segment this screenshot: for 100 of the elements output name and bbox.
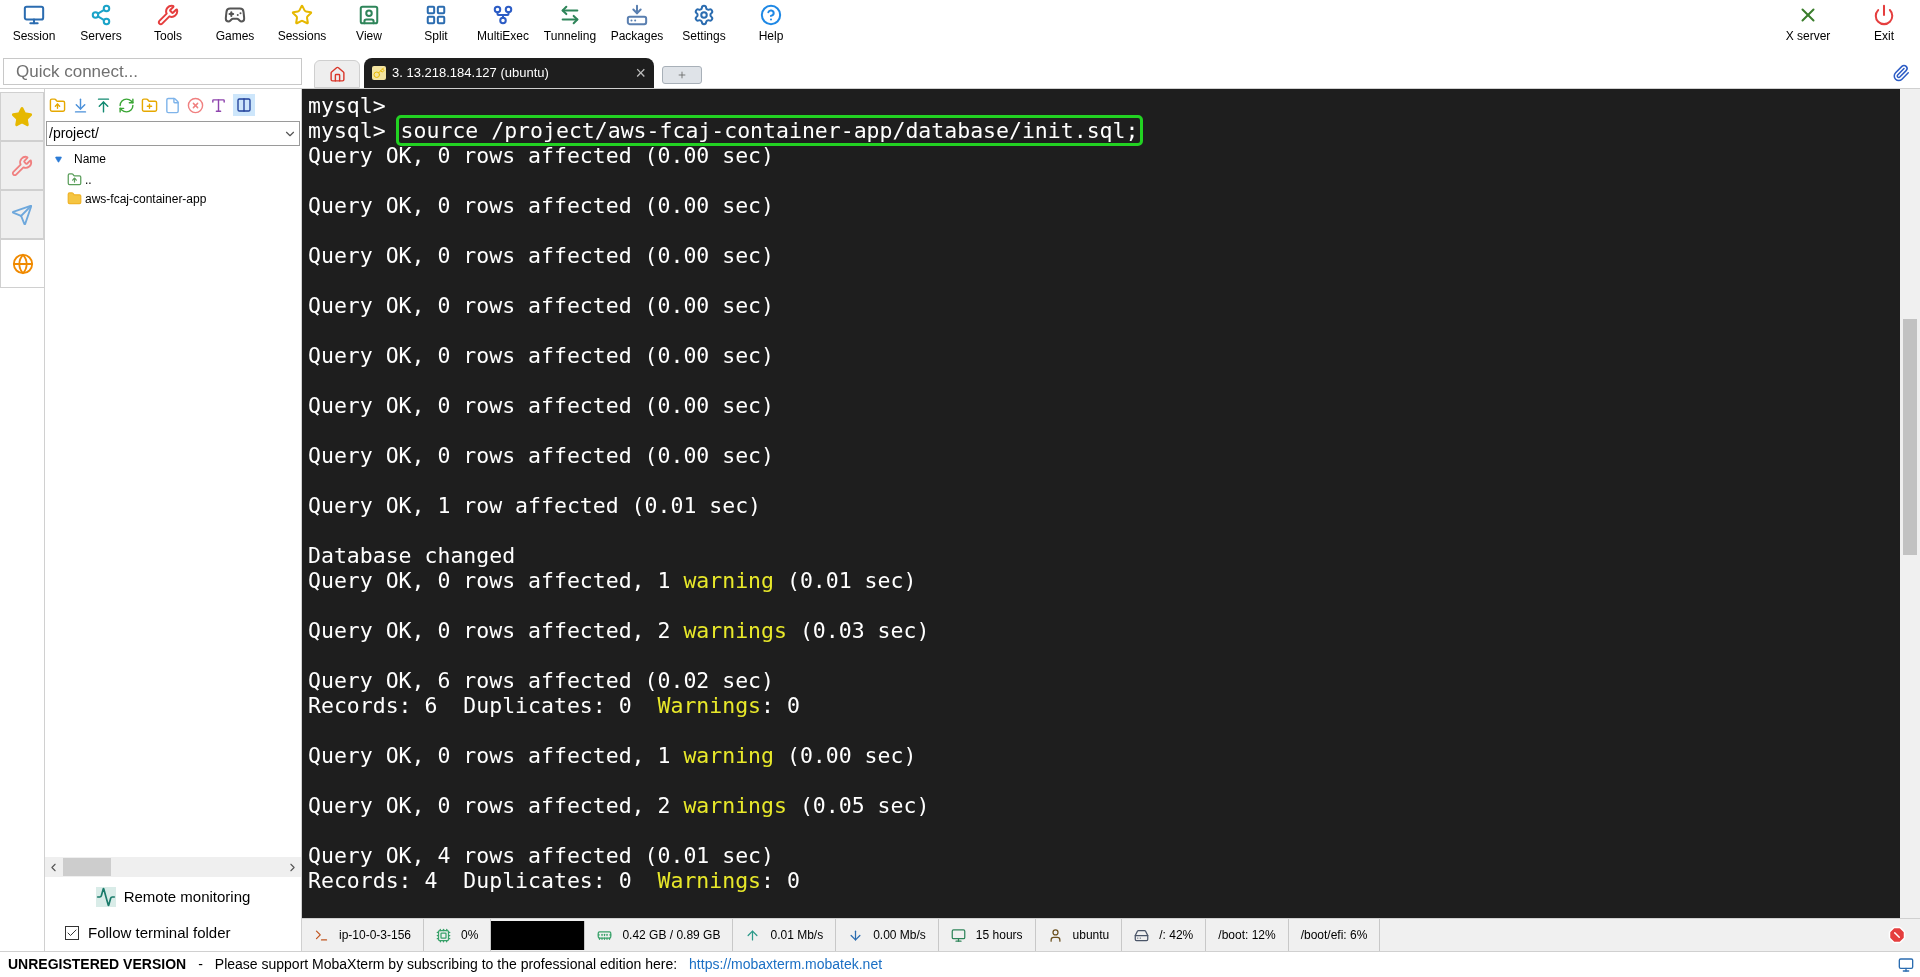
status-item: 0.42 GB / 0.89 GB (585, 919, 734, 951)
plus-icon (677, 70, 687, 80)
terminal-panel[interactable] (302, 89, 1900, 918)
status-item: /boot: 12% (1206, 919, 1289, 951)
refresh-icon[interactable] (118, 96, 135, 114)
status-item: 0.00 Mb/s (836, 919, 939, 951)
key-icon (372, 66, 386, 80)
remote-monitoring-button[interactable]: Remote monitoring (123, 885, 251, 909)
monitor-icon (950, 927, 966, 943)
status-item: /: 42% (1122, 919, 1207, 951)
website-link[interactable]: https://mobaxterm.mobatek.net (689, 954, 883, 975)
new-tab-button[interactable] (662, 66, 702, 84)
rename-icon[interactable] (210, 96, 227, 114)
terminal-line: mysql> (308, 93, 386, 118)
checkbox-label: Follow terminal folder (88, 922, 231, 943)
terminal-line: Query OK, 0 rows affected (0.00 sec) (308, 443, 774, 468)
terminal-line: Records: 4 Duplicates: 0 Warnings: 0 (308, 868, 800, 893)
terminal-line: Query OK, 0 rows affected, 2 warnings (0.05 sec) (308, 793, 930, 818)
terminal-line: Query OK, 0 rows affected (0.00 sec) (308, 243, 774, 268)
monitor-icon (23, 4, 45, 26)
terminal-line: Query OK, 4 rows affected (0.01 sec) (308, 843, 774, 868)
support-message: Please support MobaXterm by subscribing to the professional edition here: (214, 955, 678, 974)
toolbar-button[interactable]: MultiExec (470, 0, 536, 52)
help-icon (760, 4, 782, 26)
folder-icon (67, 191, 82, 206)
toolbar-button[interactable]: Exit (1851, 0, 1917, 52)
file-row[interactable]: aws-fcaj-container-app (45, 189, 301, 208)
status-item: /boot/efi: 6% (1288, 919, 1381, 951)
download-icon (848, 927, 864, 943)
upload-icon[interactable] (95, 96, 112, 114)
toolbar-button[interactable]: Split (403, 0, 469, 52)
side-tab[interactable] (0, 239, 44, 288)
quick-connect-field[interactable]: Quick connect... (3, 58, 302, 85)
terminal-icon (314, 927, 329, 943)
status-item: 0.01 Mb/s (733, 919, 837, 951)
side-tab[interactable] (0, 92, 44, 141)
globe-icon (11, 252, 34, 275)
new-folder-icon[interactable] (141, 96, 158, 114)
folder-up-icon (67, 172, 82, 187)
session-tab[interactable]: 3. 13.218.184.127 (ubuntu) × (364, 58, 654, 88)
toolbar-button[interactable]: Settings (671, 0, 737, 52)
terminal-line: Query OK, 6 rows affected (0.02 sec) (308, 668, 774, 693)
monitor-user-icon (358, 4, 380, 26)
star-icon (291, 4, 313, 26)
terminal-line: Query OK, 0 rows affected, 1 warning (0.00 sec) (308, 743, 917, 768)
side-tab[interactable] (0, 141, 44, 190)
star-icon (11, 105, 33, 128)
terminal-line: Query OK, 0 rows affected (0.00 sec) (308, 393, 774, 418)
wrench-icon (157, 4, 179, 26)
wrench-icon (11, 154, 33, 177)
toolbar-button[interactable]: X server (1775, 0, 1841, 52)
toolbar-button[interactable]: Tunneling (537, 0, 603, 52)
column-header[interactable]: Name (74, 150, 106, 168)
chip-icon (436, 927, 452, 943)
toolbar-button[interactable]: Help (738, 0, 804, 52)
fork-icon (492, 4, 514, 26)
grid-icon (425, 4, 447, 26)
terminal-line: Query OK, 0 rows affected (0.00 sec) (308, 343, 774, 368)
follow-folder-checkbox[interactable] (65, 926, 79, 940)
terminal-line: Query OK, 0 rows affected (0.00 sec) (308, 293, 774, 318)
home-tab[interactable] (314, 60, 360, 88)
close-icon[interactable]: × (635, 64, 646, 82)
user-icon (1047, 927, 1063, 943)
delete-icon[interactable] (187, 96, 204, 114)
side-tab[interactable] (0, 190, 44, 239)
file-row[interactable]: .. (45, 170, 301, 189)
status-item: 15 hours (938, 919, 1036, 951)
toolbar-button[interactable]: Packages (604, 0, 670, 52)
download-icon[interactable] (72, 96, 89, 114)
terminal-line: Records: 6 Duplicates: 0 Warnings: 0 (308, 693, 800, 718)
file-icon[interactable] (164, 96, 181, 114)
monitor-icon (1898, 956, 1914, 973)
upload-icon (745, 927, 761, 943)
sort-triangle-icon (55, 155, 62, 163)
path-dropdown[interactable]: /project/ (46, 121, 300, 146)
paper-plane-icon (11, 203, 33, 226)
unregistered-title: UNREGISTERED VERSION (8, 955, 187, 974)
toolbar-button[interactable]: Games (202, 0, 268, 52)
terminal-line: Query OK, 0 rows affected, 1 warning (0.01 sec) (308, 568, 917, 593)
terminal-line: Database changed (308, 543, 516, 568)
terminal-line: mysql> source /project/aws-fcaj-container-app/database/init.sql; (308, 118, 1141, 143)
monitor-pulse-icon (95, 887, 116, 907)
toolbar-button[interactable]: View (336, 0, 402, 52)
toolbar-button[interactable]: Tools (135, 0, 201, 52)
folder-up-icon[interactable] (49, 96, 66, 114)
home-icon (328, 65, 346, 83)
network-icon (90, 4, 112, 26)
split-view-icon[interactable] (233, 94, 255, 116)
separator-text: - (198, 955, 203, 974)
terminal-line: Query OK, 0 rows affected (0.00 sec) (308, 143, 774, 168)
status-item: ubuntu (1035, 919, 1123, 951)
terminal-line: Query OK, 0 rows affected, 2 warnings (0.03 sec) (308, 618, 930, 643)
terminal-line: Query OK, 1 row affected (0.01 sec) (308, 493, 762, 518)
toolbar-button[interactable]: Session (1, 0, 67, 52)
status-item: ip-10-0-3-156 (302, 919, 425, 951)
toolbar-button[interactable]: Servers (68, 0, 134, 52)
toolbar-button[interactable]: Sessions (269, 0, 335, 52)
scrollbar-thumb[interactable] (1903, 319, 1917, 555)
scrollbar-thumb[interactable] (63, 858, 111, 876)
power-icon (1873, 4, 1895, 26)
